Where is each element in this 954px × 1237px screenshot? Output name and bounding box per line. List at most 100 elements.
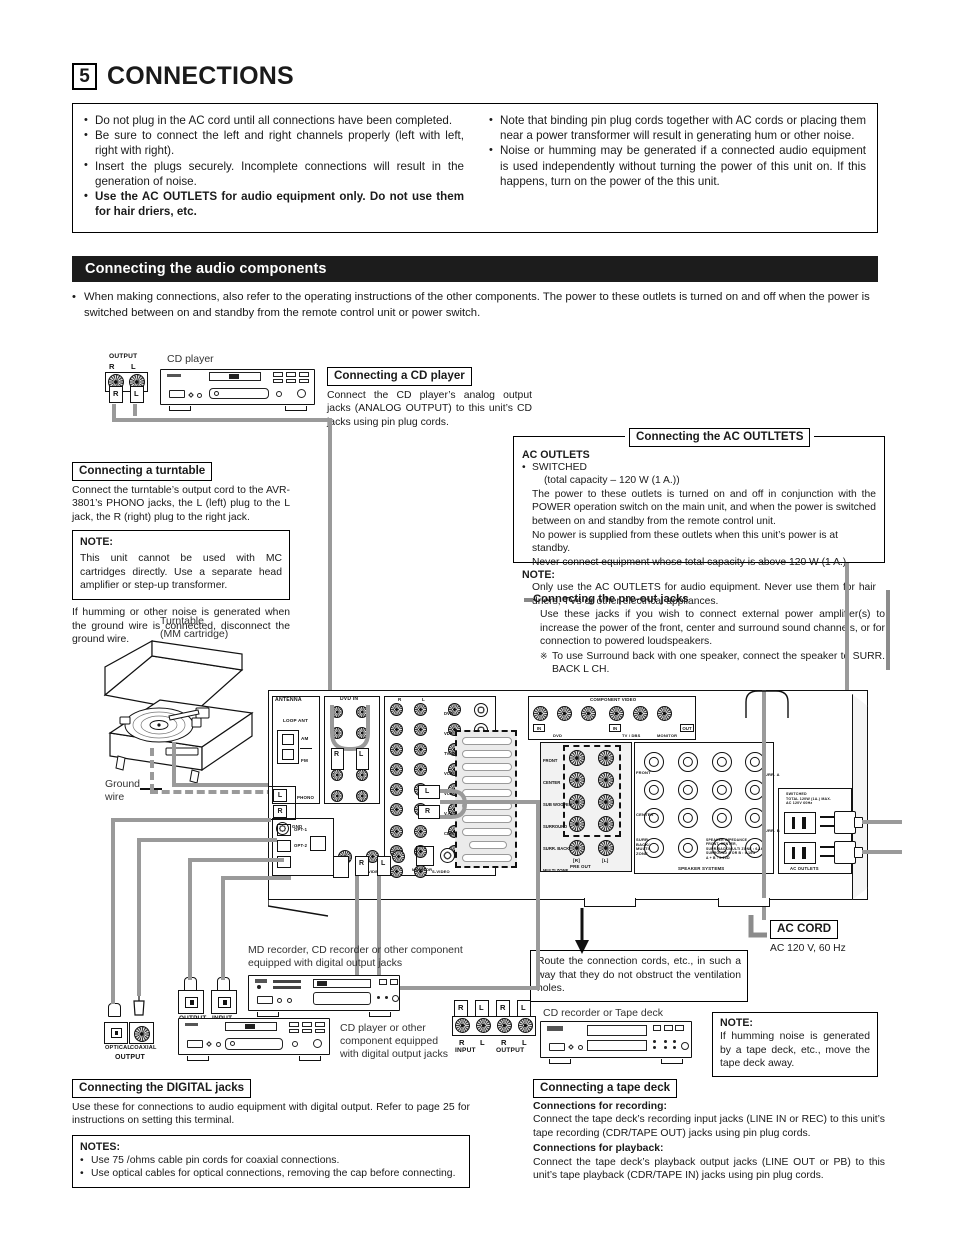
- coaxial-plug: [133, 995, 145, 1016]
- caution-box: Do not plug in the AC cord until all con…: [72, 103, 878, 233]
- ac-cable-1: [862, 820, 902, 824]
- recording-body: Connect the tape deck’s recording input …: [533, 1113, 885, 1139]
- monitor-label: MONITOR: [412, 867, 433, 872]
- optical-output-jack: [178, 990, 204, 1014]
- note-label: NOTE:: [720, 1017, 753, 1029]
- output-group-label: OUTPUT: [115, 1054, 145, 1061]
- optical-plug-connected: [333, 856, 349, 878]
- am-antenna-terminal: [277, 730, 299, 764]
- callout-body: Connect the CD player’s analog output ja…: [327, 389, 532, 428]
- callout-title: Connecting a tape deck: [533, 1078, 678, 1098]
- cd-recorder-label: CD recorder or Tape deck: [543, 1007, 664, 1019]
- cd-player-2-label: CD player or other component equipped wi…: [340, 1022, 448, 1061]
- digital-cable-run-4: [221, 876, 225, 932]
- callout-body: Use these jacks if you wish to connect e…: [540, 609, 885, 648]
- loop-ant-label: LOOP ANT: [283, 718, 309, 723]
- cd-cable-run-h: [112, 418, 332, 422]
- tape-out-plug-r: R: [355, 856, 369, 876]
- optical-cable-in: [221, 930, 225, 980]
- ac-switched-item: SWITCHED: [522, 461, 876, 475]
- ac-cord-hook: [745, 690, 789, 718]
- note-body: If humming noise is generated by a tape …: [720, 1031, 870, 1070]
- optical-plug-cap: [108, 1003, 121, 1017]
- ac-para-3: Never connect equipment whose total capa…: [532, 556, 850, 568]
- jack: [356, 790, 368, 802]
- caution-item: Use the AC OUTLETS for audio equipment o…: [84, 189, 464, 219]
- optical-terminal-2: [277, 840, 291, 852]
- tape-out-plug-l: L: [377, 856, 391, 876]
- note-item: Use optical cables for optical connectio…: [80, 1167, 462, 1181]
- channel-l-label: L: [131, 362, 136, 371]
- cd-player-device: [160, 369, 315, 411]
- fm-label: FM: [301, 758, 309, 763]
- recording-label: Connections for recording:: [533, 1100, 667, 1112]
- in-badge-2: IN: [609, 724, 621, 732]
- digital-notes-box: NOTES: Use 75 /ohms cable pin cords for …: [72, 1134, 470, 1188]
- chapter-number: 5: [72, 63, 97, 90]
- tape-deck-note: NOTE: If humming noise is generated by a…: [712, 1012, 878, 1077]
- coaxial-label: COAXIAL: [130, 1045, 157, 1051]
- tape-in-cable-v: [536, 800, 540, 990]
- vent-note-arrow: [575, 908, 589, 954]
- vent-note-box: Route the connection cords, etc., in suc…: [530, 950, 748, 1002]
- output-label: OUTPUT: [109, 353, 138, 360]
- channel-r-header: R: [398, 697, 402, 702]
- notes-label: NOTES:: [80, 1140, 121, 1153]
- preout-leader-line: [886, 590, 890, 670]
- optical-terminal-1: [277, 824, 291, 836]
- cd-player-callout: Connecting a CD player Connect the CD pl…: [327, 366, 532, 429]
- caution-left-list: Do not plug in the AC cord until all con…: [84, 112, 464, 219]
- ac-switched-spec: SWITCHED TOTAL 120W (1A.) MAX. AC 120V 6…: [786, 792, 832, 806]
- playback-body: Connect the tape deck’s playback output …: [533, 1156, 885, 1182]
- connected-plug-l: L: [356, 748, 369, 770]
- am-label: AM: [301, 736, 309, 741]
- svideo-label: S-VIDEO: [432, 869, 450, 874]
- video-jack-2: [392, 850, 405, 863]
- caution-right-list: Note that binding pin plug cords togethe…: [489, 112, 866, 189]
- digital-cable-run-2h: [137, 838, 277, 842]
- tape-cable-run-2: [377, 876, 381, 990]
- optical-cable-out: [188, 930, 192, 980]
- jack: [331, 769, 343, 781]
- ac-cord-title: AC CORD: [770, 919, 839, 939]
- cd-cable-seg-2: [133, 404, 137, 416]
- callout-body: Use these for connections to audio equip…: [72, 1101, 470, 1127]
- ac-outlets-heading: AC OUTLETS: [522, 449, 590, 461]
- callout-inner: AC OUTLETS SWITCHED (total capacity – 12…: [522, 449, 876, 609]
- speaker-systems-label: SPEAKER SYSTEMS: [678, 866, 725, 871]
- digital-jacks-callout: Connecting the DIGITAL jacks Use these f…: [72, 1078, 470, 1188]
- pre-out-label: PRE OUT: [570, 864, 591, 869]
- preout-callout: Connecting the pre-out jacks Use these j…: [524, 593, 885, 677]
- phono-cable-horizontal: [172, 783, 272, 787]
- callout-tick-marker: [524, 598, 533, 602]
- ground-symbol: [300, 748, 312, 750]
- ac-cord-callout: AC CORD AC 120 V, 60 Hz: [770, 919, 846, 954]
- caution-item: Insert the plugs securely. Incomplete co…: [84, 158, 464, 189]
- tape-in-cable-h2: [460, 986, 540, 990]
- caution-left-column: Do not plug in the AC cord until all con…: [73, 104, 475, 232]
- ac-socket-2: [784, 842, 816, 864]
- optical-out-terminal: [310, 836, 326, 851]
- ac-capacity: (total capacity – 120 W (1 A.)): [544, 475, 680, 487]
- note-label: NOTE:: [80, 536, 113, 549]
- in-badge: IN: [533, 724, 545, 732]
- ac-cord-elbow: [748, 915, 767, 938]
- callout-title: Connecting a CD player: [327, 366, 472, 386]
- digital-cable-run-3h: [188, 858, 284, 862]
- manual-page: 5 CONNECTIONS Do not plug in the AC cord…: [0, 0, 954, 1237]
- turntable-label: Turntable (MM cartridge): [160, 615, 229, 641]
- tape-deck-callout: Connecting a tape deck Connections for r…: [533, 1078, 885, 1183]
- ac-callout-leader: [845, 563, 849, 703]
- callout-title: Connecting a turntable: [72, 461, 213, 481]
- tape-output-label: OUTPUT: [496, 1047, 525, 1054]
- channel-l-header: L: [422, 697, 426, 702]
- digital-cable-run-1h: [111, 818, 271, 822]
- phono-cable-vertical: [172, 742, 176, 787]
- chassis-foot-mid: [584, 898, 636, 907]
- section-intro-text: When making connections, also refer to t…: [72, 290, 884, 321]
- callout-title-wrap: Connecting the AC OUTLTETS: [625, 427, 815, 447]
- channel-r-label: R: [109, 362, 115, 371]
- opt1-label: OPT-1: [294, 827, 308, 832]
- ac-outlets-label: AC OUTLETS: [790, 866, 819, 871]
- tape-plug-cable: [437, 789, 468, 819]
